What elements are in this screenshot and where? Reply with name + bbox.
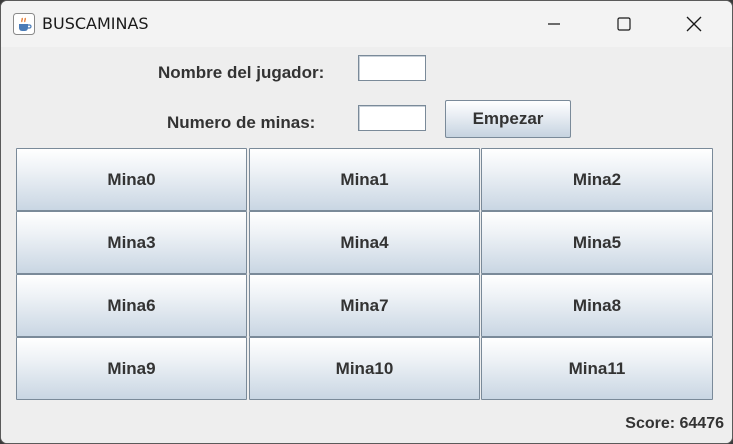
mine-button-9[interactable]: Mina9	[16, 337, 247, 400]
mine-button-1[interactable]: Mina1	[249, 148, 480, 211]
maximize-button[interactable]	[589, 1, 659, 47]
player-name-input[interactable]	[358, 55, 426, 81]
maximize-icon	[617, 17, 631, 31]
mine-button-0[interactable]: Mina0	[16, 148, 247, 211]
mine-button-3[interactable]: Mina3	[16, 211, 247, 274]
minimize-icon	[548, 23, 560, 25]
close-icon	[686, 16, 702, 32]
mine-button-2[interactable]: Mina2	[481, 148, 713, 211]
mine-button-7[interactable]: Mina7	[249, 274, 480, 337]
mine-button-6[interactable]: Mina6	[16, 274, 247, 337]
mine-button-5[interactable]: Mina5	[481, 211, 713, 274]
mine-button-4[interactable]: Mina4	[249, 211, 480, 274]
mines-count-input[interactable]	[358, 105, 426, 131]
score-label: Score: 64476	[625, 415, 724, 432]
app-window: BUSCAMINAS Nombre del jugador: Numero de…	[0, 0, 733, 444]
mines-count-label: Numero de minas:	[167, 113, 316, 132]
mine-button-11[interactable]: Mina11	[481, 337, 713, 400]
window-title: BUSCAMINAS	[42, 14, 149, 33]
main-panel: Nombre del jugador: Numero de minas: Emp…	[1, 47, 732, 443]
java-cup-icon	[13, 13, 35, 35]
close-button[interactable]	[659, 1, 729, 47]
mine-grid: Mina0 Mina1 Mina2 Mina3 Mina4 Mina5 Mina…	[16, 148, 714, 400]
mine-button-10[interactable]: Mina10	[249, 337, 480, 400]
title-bar[interactable]: BUSCAMINAS	[1, 1, 732, 47]
start-button[interactable]: Empezar	[445, 100, 571, 138]
mine-button-8[interactable]: Mina8	[481, 274, 713, 337]
player-name-label: Nombre del jugador:	[158, 63, 325, 82]
minimize-button[interactable]	[519, 1, 589, 47]
